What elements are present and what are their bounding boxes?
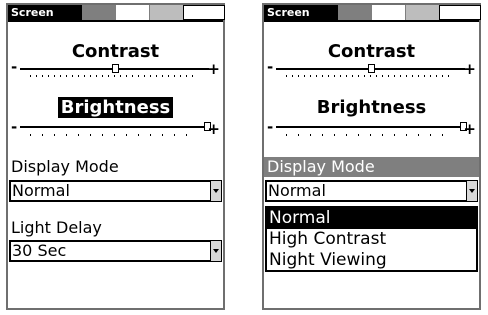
title-bar-segment — [439, 5, 481, 20]
title-bar-segment — [82, 5, 115, 20]
option-normal[interactable]: Normal — [267, 208, 476, 229]
chevron-down-icon — [469, 189, 475, 193]
window-title: Screen — [8, 5, 82, 20]
contrast-ticks — [286, 75, 453, 77]
brightness-minus[interactable]: - — [11, 119, 17, 135]
contrast-minus[interactable]: - — [267, 59, 273, 75]
display-mode-label: Display Mode — [11, 157, 119, 176]
light-delay-dropdown[interactable]: 30 Sec — [9, 240, 222, 262]
title-divider — [8, 20, 223, 22]
contrast-plus[interactable]: + — [463, 61, 476, 77]
brightness-ticks — [30, 134, 197, 136]
title-bar: Screen — [8, 5, 225, 20]
display-mode-label: Display Mode — [264, 157, 479, 177]
brightness-label: Brightness — [8, 97, 223, 119]
brightness-ticks — [286, 134, 453, 136]
brightness-track[interactable] — [276, 126, 465, 128]
dropdown-button[interactable] — [210, 240, 222, 262]
contrast-ticks — [30, 75, 197, 77]
brightness-label: Brightness — [316, 97, 427, 118]
contrast-thumb[interactable] — [368, 64, 375, 73]
light-delay-label: Light Delay — [11, 218, 102, 237]
dropdown-button[interactable] — [466, 180, 478, 202]
display-mode-dropdown[interactable]: Normal — [265, 180, 478, 202]
contrast-label: Contrast — [71, 41, 160, 62]
contrast-plus[interactable]: + — [207, 61, 220, 77]
title-divider — [264, 20, 479, 22]
contrast-minus[interactable]: - — [11, 59, 17, 75]
window-title: Screen — [264, 5, 338, 20]
light-delay-value: 30 Sec — [12, 241, 67, 260]
chevron-down-icon — [213, 189, 219, 193]
option-high-contrast[interactable]: High Contrast — [267, 229, 476, 250]
title-bar-segment — [183, 5, 225, 20]
dropdown-button[interactable] — [210, 180, 222, 202]
title-bar-segment — [338, 5, 371, 20]
contrast-thumb[interactable] — [112, 64, 119, 73]
brightness-track[interactable] — [20, 126, 209, 128]
screen-settings-panel: Screen Contrast - + Brightness - + Displ… — [262, 3, 481, 310]
contrast-label: Contrast — [327, 41, 416, 62]
brightness-plus[interactable]: + — [463, 121, 476, 137]
title-bar-segment — [371, 5, 405, 20]
title-bar: Screen — [264, 5, 481, 20]
display-mode-options[interactable]: Normal High Contrast Night Viewing — [265, 206, 478, 272]
chevron-down-icon — [213, 249, 219, 253]
screen-settings-panel: Screen Contrast - + Brightness - + Displ… — [6, 3, 225, 310]
title-bar-segment — [149, 5, 183, 20]
title-bar-segment — [115, 5, 149, 20]
brightness-minus[interactable]: - — [267, 119, 273, 135]
option-night-viewing[interactable]: Night Viewing — [267, 250, 476, 271]
display-mode-dropdown[interactable]: Normal — [9, 180, 222, 202]
display-mode-value: Normal — [12, 181, 70, 200]
brightness-plus[interactable]: + — [207, 121, 220, 137]
title-bar-segment — [405, 5, 439, 20]
display-mode-value: Normal — [268, 181, 326, 200]
